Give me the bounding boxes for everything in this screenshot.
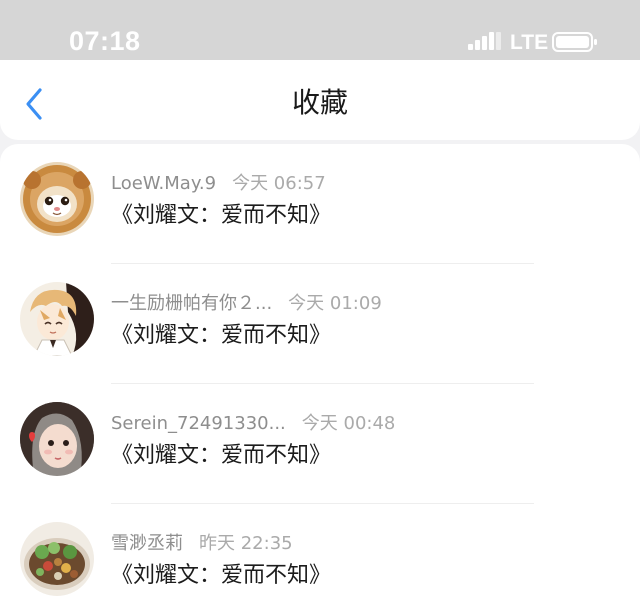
status-time: 07:18: [69, 26, 141, 56]
item-title: 《刘耀文：爱而不知》: [111, 203, 332, 228]
lion-cat-avatar-image: [20, 162, 94, 236]
girl-photo-avatar[interactable]: [20, 402, 94, 476]
favorite-item[interactable]: 一生励栅帕有你２... 今天 01:09 《刘耀文：爱而不知》: [0, 264, 640, 384]
item-meta: LoeW.May.9 今天 06:57: [111, 173, 326, 195]
anime-boy-avatar[interactable]: [20, 282, 94, 356]
item-title: 《刘耀文：爱而不知》: [111, 563, 332, 588]
anime-boy-avatar-image: [20, 282, 94, 356]
food-photo-avatar-image: [20, 522, 94, 596]
item-title: 《刘耀文：爱而不知》: [111, 443, 332, 468]
lion-cat-avatar[interactable]: [20, 162, 94, 236]
username: Serein_72491330...: [111, 413, 286, 434]
favorite-item[interactable]: LoeW.May.9 今天 06:57 《刘耀文：爱而不知》: [0, 144, 640, 264]
username: LoeW.May.9: [111, 173, 217, 194]
battery-icon: [552, 32, 597, 52]
signal-bars-icon: [468, 32, 501, 50]
navigation-header: 收藏: [0, 60, 640, 140]
favorite-item[interactable]: Serein_72491330... 今天 00:48 《刘耀文：爱而不知》: [0, 384, 640, 504]
item-meta: 雪渺丞莉 昨天 22:35: [111, 533, 293, 555]
status-bar: 07:18 LTE: [0, 0, 640, 60]
timestamp: 今天 06:57: [232, 173, 326, 194]
timestamp: 今天 00:48: [301, 413, 396, 434]
username: 一生励栅帕有你２...: [111, 293, 273, 314]
timestamp: 今天 01:09: [288, 293, 382, 314]
page-title: 收藏: [291, 86, 348, 119]
username: 雪渺丞莉: [111, 533, 183, 554]
item-meta: Serein_72491330... 今天 00:48: [111, 413, 395, 435]
favorites-list: LoeW.May.9 今天 06:57 《刘耀文：爱而不知》 一生励栅帕有你２..…: [0, 144, 640, 606]
favorite-item[interactable]: 雪渺丞莉 昨天 22:35 《刘耀文：爱而不知》: [0, 504, 640, 606]
timestamp: 昨天 22:35: [199, 533, 293, 554]
girl-photo-avatar-image: [20, 402, 94, 476]
item-title: 《刘耀文：爱而不知》: [111, 323, 332, 348]
item-meta: 一生励栅帕有你２... 今天 01:09: [111, 293, 382, 315]
network-label: LTE: [510, 31, 549, 54]
food-photo-avatar[interactable]: [20, 522, 94, 596]
